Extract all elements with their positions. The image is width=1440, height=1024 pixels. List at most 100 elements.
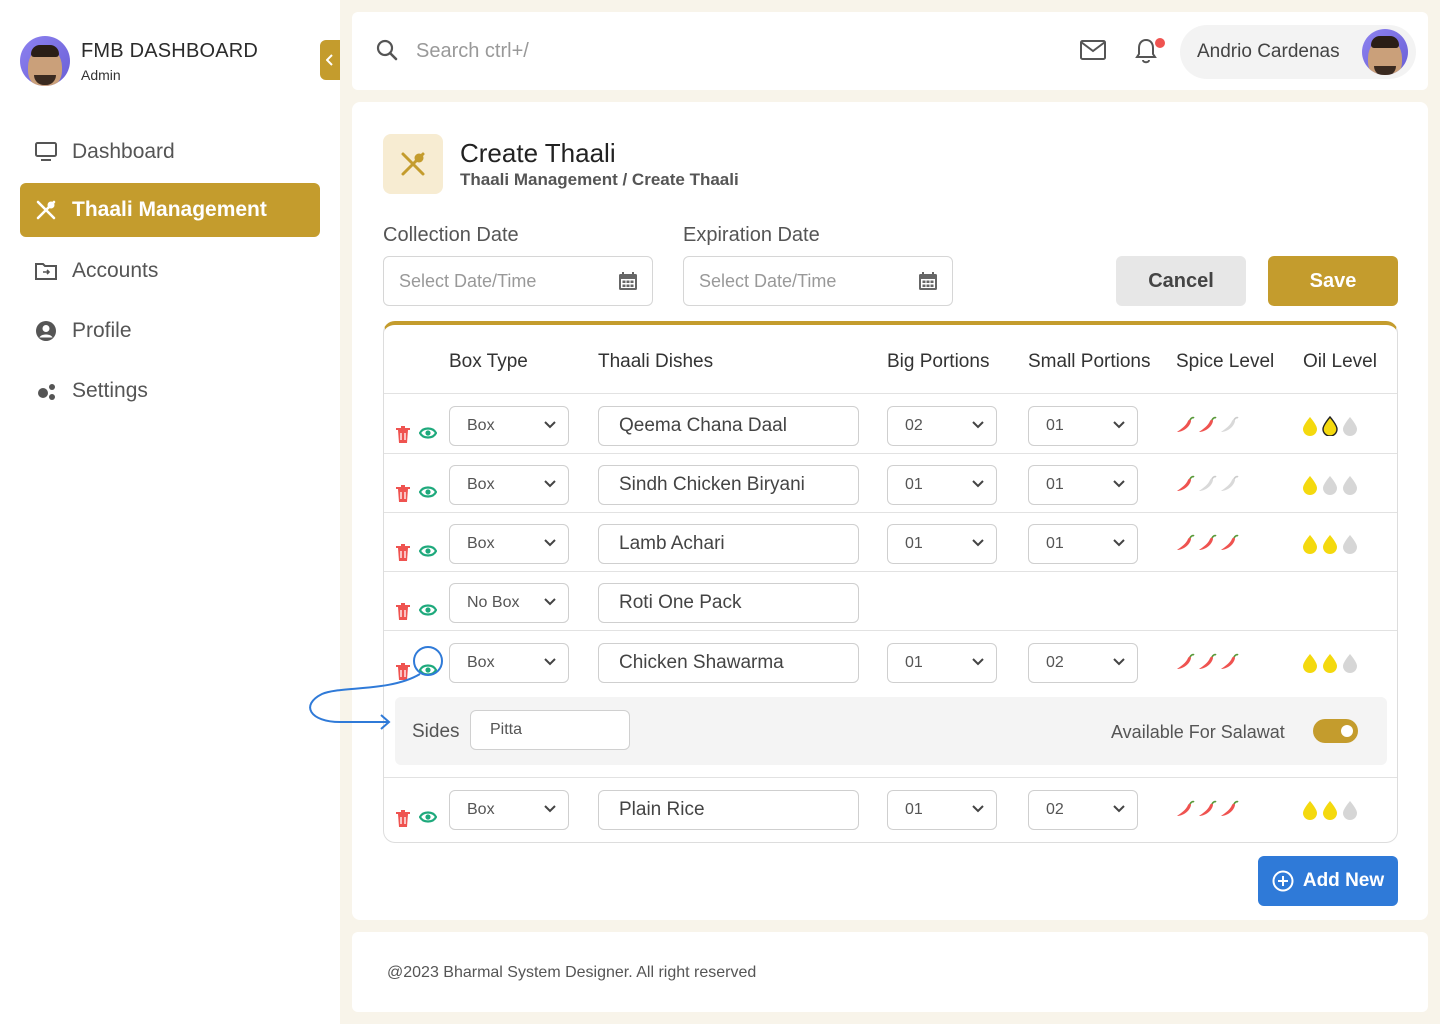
collection-date-input[interactable]	[399, 270, 599, 292]
spice-level[interactable]	[1175, 416, 1239, 434]
dish-input[interactable]: Chicken Shawarma	[598, 643, 859, 683]
eye-icon[interactable]	[418, 544, 438, 563]
chili-icon	[1199, 416, 1217, 432]
oil-level[interactable]	[1301, 653, 1359, 673]
dish-input[interactable]: Plain Rice	[598, 790, 859, 830]
chevron-down-icon	[1113, 421, 1125, 429]
collection-date-label: Collection Date	[383, 224, 519, 246]
expiration-date-input[interactable]	[699, 270, 899, 292]
oil-level[interactable]	[1301, 800, 1359, 820]
sidebar-item-accounts[interactable]: Accounts	[20, 244, 320, 298]
monitor-icon	[34, 140, 58, 164]
oil-drop-icon	[1323, 801, 1337, 820]
sidebar-item-profile[interactable]: Profile	[20, 304, 320, 358]
sidebar-item-label: Settings	[72, 379, 148, 402]
bell-icon[interactable]	[1135, 38, 1157, 69]
eye-icon[interactable]	[418, 603, 438, 622]
search-icon	[376, 39, 398, 66]
big-portions-value: 01	[905, 801, 923, 818]
calendar-icon[interactable]	[918, 271, 938, 296]
oil-drop-icon	[1303, 476, 1317, 495]
box-type-select[interactable]: Box	[449, 524, 569, 564]
dish-input[interactable]: Sindh Chicken Biryani	[598, 465, 859, 505]
trash-icon[interactable]	[395, 426, 411, 449]
chevron-down-icon	[972, 539, 984, 547]
dish-input[interactable]: Qeema Chana Daal	[598, 406, 859, 446]
chevron-down-icon	[544, 539, 556, 547]
big-portions-select[interactable]: 01	[887, 643, 997, 683]
chili-icon	[1177, 653, 1195, 669]
big-portions-select[interactable]: 02	[887, 406, 997, 446]
box-type-select[interactable]: Box	[449, 643, 569, 683]
box-type-select[interactable]: No Box	[449, 583, 569, 623]
small-portions-select[interactable]: 01	[1028, 406, 1138, 446]
oil-drop-icon	[1323, 535, 1337, 554]
sides-input[interactable]: Pitta	[470, 710, 630, 750]
big-portions-select[interactable]: 01	[887, 524, 997, 564]
collapse-sidebar-button[interactable]	[320, 40, 340, 80]
sidebar-item-dashboard[interactable]: Dashboard	[20, 125, 320, 179]
spice-level[interactable]	[1175, 653, 1239, 671]
expiration-date-label: Expiration Date	[683, 224, 820, 246]
small-portions-select[interactable]: 01	[1028, 465, 1138, 505]
expiration-date-field[interactable]	[683, 256, 953, 306]
eye-icon[interactable]	[418, 426, 438, 445]
dish-input[interactable]: Roti One Pack	[598, 583, 859, 623]
collection-date-field[interactable]	[383, 256, 653, 306]
mail-icon[interactable]	[1080, 40, 1106, 65]
big-portions-select[interactable]: 01	[887, 790, 997, 830]
thaali-table: Box Type Thaali Dishes Big Portions Smal…	[383, 321, 1398, 843]
trash-icon[interactable]	[395, 663, 411, 686]
chili-icon	[1221, 653, 1239, 669]
calendar-icon[interactable]	[618, 271, 638, 296]
oil-drop-icon	[1343, 535, 1357, 554]
table-row: Box Sindh Chicken Biryani 01 01	[384, 465, 1397, 523]
trash-icon[interactable]	[395, 544, 411, 567]
salawat-toggle[interactable]	[1313, 719, 1358, 743]
chili-icon	[1177, 534, 1195, 550]
dish-input[interactable]: Lamb Achari	[598, 524, 859, 564]
chili-icon	[1221, 534, 1239, 550]
chili-icon	[1177, 800, 1195, 816]
big-portions-select[interactable]: 01	[887, 465, 997, 505]
box-type-select[interactable]: Box	[449, 465, 569, 505]
topbar: Andrio Cardenas	[352, 12, 1428, 90]
sidebar-item-settings[interactable]: Settings	[20, 364, 320, 418]
box-type-select[interactable]: Box	[449, 406, 569, 446]
box-type-select[interactable]: Box	[449, 790, 569, 830]
sidebar-item-thaali-management[interactable]: Thaali Management	[20, 183, 320, 237]
trash-icon[interactable]	[395, 810, 411, 833]
trash-icon[interactable]	[395, 485, 411, 508]
small-portions-select[interactable]: 02	[1028, 790, 1138, 830]
chevron-down-icon	[1113, 539, 1125, 547]
user-name: Andrio Cardenas	[1197, 41, 1340, 62]
oil-level[interactable]	[1301, 534, 1359, 554]
oil-level[interactable]	[1301, 416, 1359, 436]
add-new-button[interactable]: Add New	[1258, 856, 1398, 906]
big-portions-value: 01	[905, 654, 923, 671]
user-menu[interactable]: Andrio Cardenas	[1180, 25, 1416, 79]
spice-level[interactable]	[1175, 534, 1239, 552]
save-button[interactable]: Save	[1268, 256, 1398, 306]
page-title: Create Thaali	[460, 138, 616, 168]
small-portions-value: 01	[1046, 535, 1064, 552]
small-portions-select[interactable]: 01	[1028, 524, 1138, 564]
oil-drop-icon	[1343, 476, 1357, 495]
oil-level[interactable]	[1301, 475, 1359, 495]
chili-icon	[1199, 800, 1217, 816]
trash-icon[interactable]	[395, 603, 411, 626]
small-portions-select[interactable]: 02	[1028, 643, 1138, 683]
eye-icon[interactable]	[418, 663, 438, 682]
spice-level[interactable]	[1175, 800, 1239, 818]
oil-drop-icon	[1343, 801, 1357, 820]
chili-icon	[1199, 534, 1217, 550]
chevron-down-icon	[544, 598, 556, 606]
search-input[interactable]	[416, 34, 836, 68]
chevron-left-icon	[326, 54, 333, 66]
chevron-down-icon	[544, 480, 556, 488]
spice-level[interactable]	[1175, 475, 1239, 493]
cancel-button[interactable]: Cancel	[1116, 256, 1246, 306]
eye-icon[interactable]	[418, 485, 438, 504]
salawat-label: Available For Salawat	[1111, 722, 1285, 742]
eye-icon[interactable]	[418, 810, 438, 829]
